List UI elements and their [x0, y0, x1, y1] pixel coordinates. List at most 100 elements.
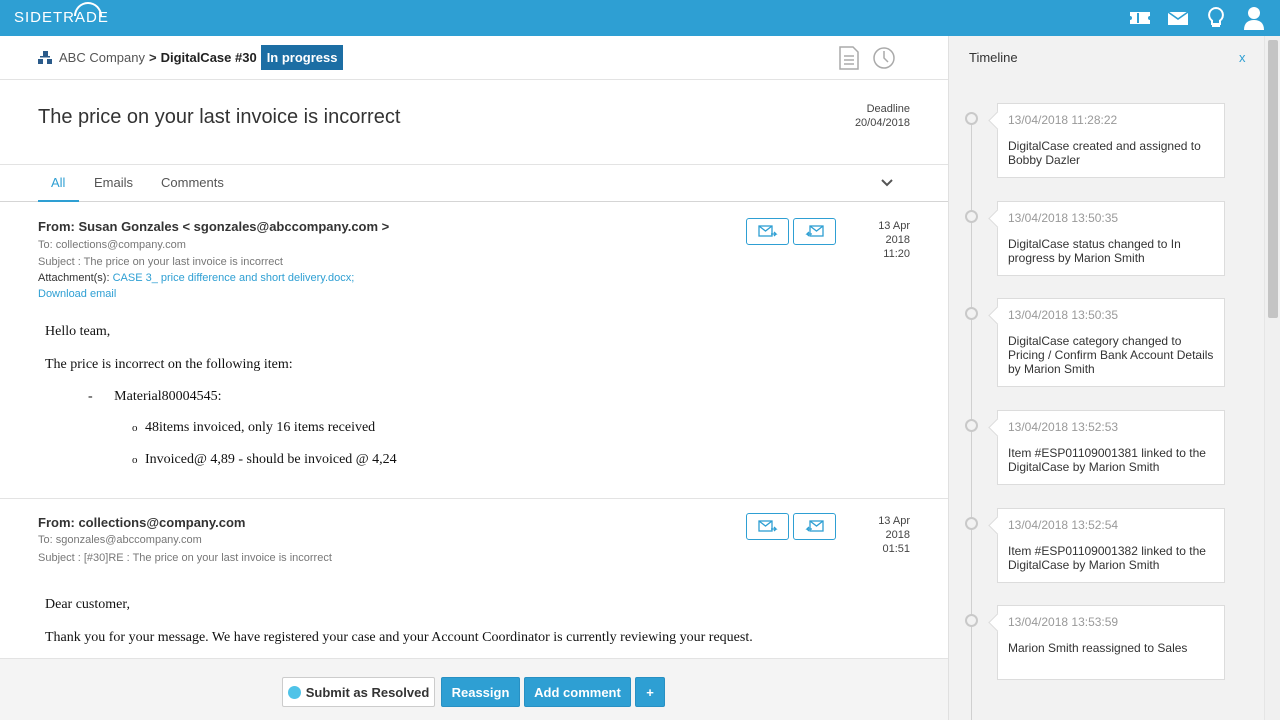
case-title: The price on your last invoice is incorr… — [38, 106, 401, 128]
email-date: 13 Apr 2018 11:20 — [878, 219, 910, 261]
submit-resolved-button[interactable]: Submit as Resolved — [282, 677, 435, 707]
case-header: The price on your last invoice is incorr… — [0, 80, 948, 165]
email-to: To: sgonzales@abccompany.com — [38, 534, 202, 546]
attachment-label: Attachment(s): — [38, 272, 110, 284]
timeline-event-time: 13/04/2018 13:50:35 — [1008, 308, 1119, 322]
email-line: The price is incorrect on the following … — [45, 357, 293, 372]
timeline-event-desc: DigitalCase status changed to In progres… — [1008, 237, 1181, 265]
timeline-title: Timeline — [969, 50, 1018, 65]
timeline-event-time: 13/04/2018 13:52:53 — [1008, 420, 1119, 434]
timeline-event-desc: Marion Smith reassigned to Sales — [1008, 641, 1188, 655]
email-attachments: Attachment(s): CASE 3_ price difference … — [38, 272, 354, 284]
timeline-event-time: 13/04/2018 13:52:54 — [1008, 518, 1119, 532]
scrollbar-thumb[interactable] — [1268, 40, 1278, 318]
action-footer: Submit as Resolved Reassign Add comment … — [0, 658, 948, 720]
timeline-dot — [965, 112, 978, 125]
email-line: Thank you for your message. We have regi… — [45, 630, 753, 645]
timeline-event: 13/04/2018 13:50:35 DigitalCase status c… — [997, 201, 1225, 276]
deadline: Deadline 20/04/2018 — [855, 102, 910, 130]
reply-button[interactable] — [793, 513, 836, 540]
top-icons — [1128, 6, 1266, 30]
list-item-text: Material80004545: — [114, 389, 222, 404]
chevron-down-icon[interactable] — [880, 176, 894, 190]
resolve-status-dot — [287, 685, 301, 699]
timeline-event: 13/04/2018 13:50:35 DigitalCase category… — [997, 298, 1225, 387]
lightbulb-icon[interactable] — [1204, 6, 1228, 30]
ticket-icon[interactable] — [1128, 6, 1152, 30]
tab-bar: All Emails Comments — [0, 165, 948, 202]
breadcrumb-bar: ABC Company > DigitalCase #30 In progres… — [0, 36, 948, 80]
timeline-event-desc: Item #ESP01109001381 linked to the Digit… — [1008, 446, 1206, 474]
logo-arc — [74, 2, 102, 16]
email-date: 13 Apr 2018 01:51 — [878, 514, 910, 556]
email-subject: Subject : The price on your last invoice… — [38, 256, 283, 268]
more-actions-button[interactable]: + — [635, 677, 665, 707]
timeline-dot — [965, 517, 978, 530]
forward-button[interactable] — [746, 513, 789, 540]
document-icon[interactable] — [838, 46, 860, 70]
add-comment-button[interactable]: Add comment — [524, 677, 631, 707]
email-date-day: 13 Apr — [878, 220, 910, 232]
timeline-event: 13/04/2018 11:28:22 DigitalCase created … — [997, 103, 1225, 178]
timeline-close-button[interactable]: x — [1239, 50, 1246, 65]
reply-button[interactable] — [793, 218, 836, 245]
email-date-year: 2018 — [885, 234, 910, 246]
sub-list-item: o Invoiced@ 4,89 - should be invoiced @ … — [132, 452, 397, 468]
email-date-time: 01:51 — [882, 543, 910, 555]
email-greeting: Dear customer, — [45, 597, 130, 612]
timeline-line — [971, 116, 972, 720]
email-from: From: Susan Gonzales < sgonzales@abccomp… — [38, 219, 390, 234]
email-date-time: 11:20 — [883, 248, 910, 260]
list-item: - Material80004545: — [88, 389, 221, 405]
breadcrumb-company[interactable]: ABC Company — [59, 50, 145, 65]
mail-icon[interactable] — [1166, 6, 1190, 30]
org-hierarchy-icon — [38, 50, 52, 64]
timeline-event-desc: DigitalCase category changed to Pricing … — [1008, 334, 1214, 376]
deadline-value: 20/04/2018 — [854, 117, 910, 129]
email-message: From: collections@company.com To: sgonza… — [0, 499, 948, 658]
timeline-event-time: 13/04/2018 13:50:35 — [1008, 211, 1119, 225]
forward-button[interactable] — [746, 218, 789, 245]
timeline-event-desc: DigitalCase created and assigned to Bobb… — [1008, 139, 1201, 167]
timeline-event: 13/04/2018 13:52:53 Item #ESP01109001381… — [997, 410, 1225, 485]
email-from: From: collections@company.com — [38, 515, 246, 530]
timeline-dot — [965, 210, 978, 223]
breadcrumb-case: DigitalCase #30 — [160, 50, 257, 65]
list-dash: - — [88, 389, 93, 404]
attachment-link[interactable]: CASE 3_ price difference and short deliv… — [113, 272, 355, 284]
status-badge[interactable]: In progress — [260, 45, 344, 70]
tab-emails[interactable]: Emails — [94, 175, 133, 190]
forward-mail-icon — [757, 224, 778, 237]
breadcrumb-separator: > — [148, 50, 157, 65]
email-actions — [746, 218, 836, 245]
timeline-event: 13/04/2018 13:53:59 Marion Smith reassig… — [997, 605, 1225, 680]
sub-list-text: Invoiced@ 4,89 - should be invoiced @ 4,… — [145, 452, 397, 467]
download-email-link[interactable]: Download email — [38, 288, 116, 300]
timeline-event: 13/04/2018 13:52:54 Item #ESP01109001382… — [997, 508, 1225, 583]
submit-resolved-label: Submit as Resolved — [305, 684, 430, 700]
page-scrollbar[interactable] — [1264, 36, 1280, 720]
history-clock-icon[interactable] — [872, 46, 896, 70]
email-date-day: 13 Apr — [878, 515, 910, 527]
timeline-event-time: 13/04/2018 11:28:22 — [1008, 113, 1118, 127]
user-icon[interactable] — [1242, 6, 1266, 30]
email-to: To: collections@company.com — [38, 239, 186, 251]
top-bar: SIDETRADE — [0, 0, 1280, 36]
reply-mail-icon — [804, 519, 824, 532]
tab-comments[interactable]: Comments — [161, 175, 224, 190]
forward-mail-icon — [757, 519, 778, 532]
timeline-event-time: 13/04/2018 13:53:59 — [1008, 615, 1119, 629]
timeline-dot — [965, 419, 978, 432]
email-subject: Subject : [#30]RE : The price on your la… — [38, 552, 332, 564]
tab-all[interactable]: All — [51, 175, 65, 190]
email-date-year: 2018 — [885, 529, 910, 541]
bullet-marker: o — [132, 422, 138, 434]
email-actions — [746, 513, 836, 540]
reassign-button[interactable]: Reassign — [441, 677, 520, 707]
timeline-event-desc: Item #ESP01109001382 linked to the Digit… — [1008, 544, 1206, 572]
email-body: Hello team, The price is incorrect on th… — [45, 324, 293, 390]
sub-list-item: o 48items invoiced, only 16 items receiv… — [132, 420, 375, 436]
sub-list-text: 48items invoiced, only 16 items received — [145, 420, 376, 435]
timeline-dot — [965, 307, 978, 320]
email-greeting: Hello team, — [45, 324, 111, 339]
